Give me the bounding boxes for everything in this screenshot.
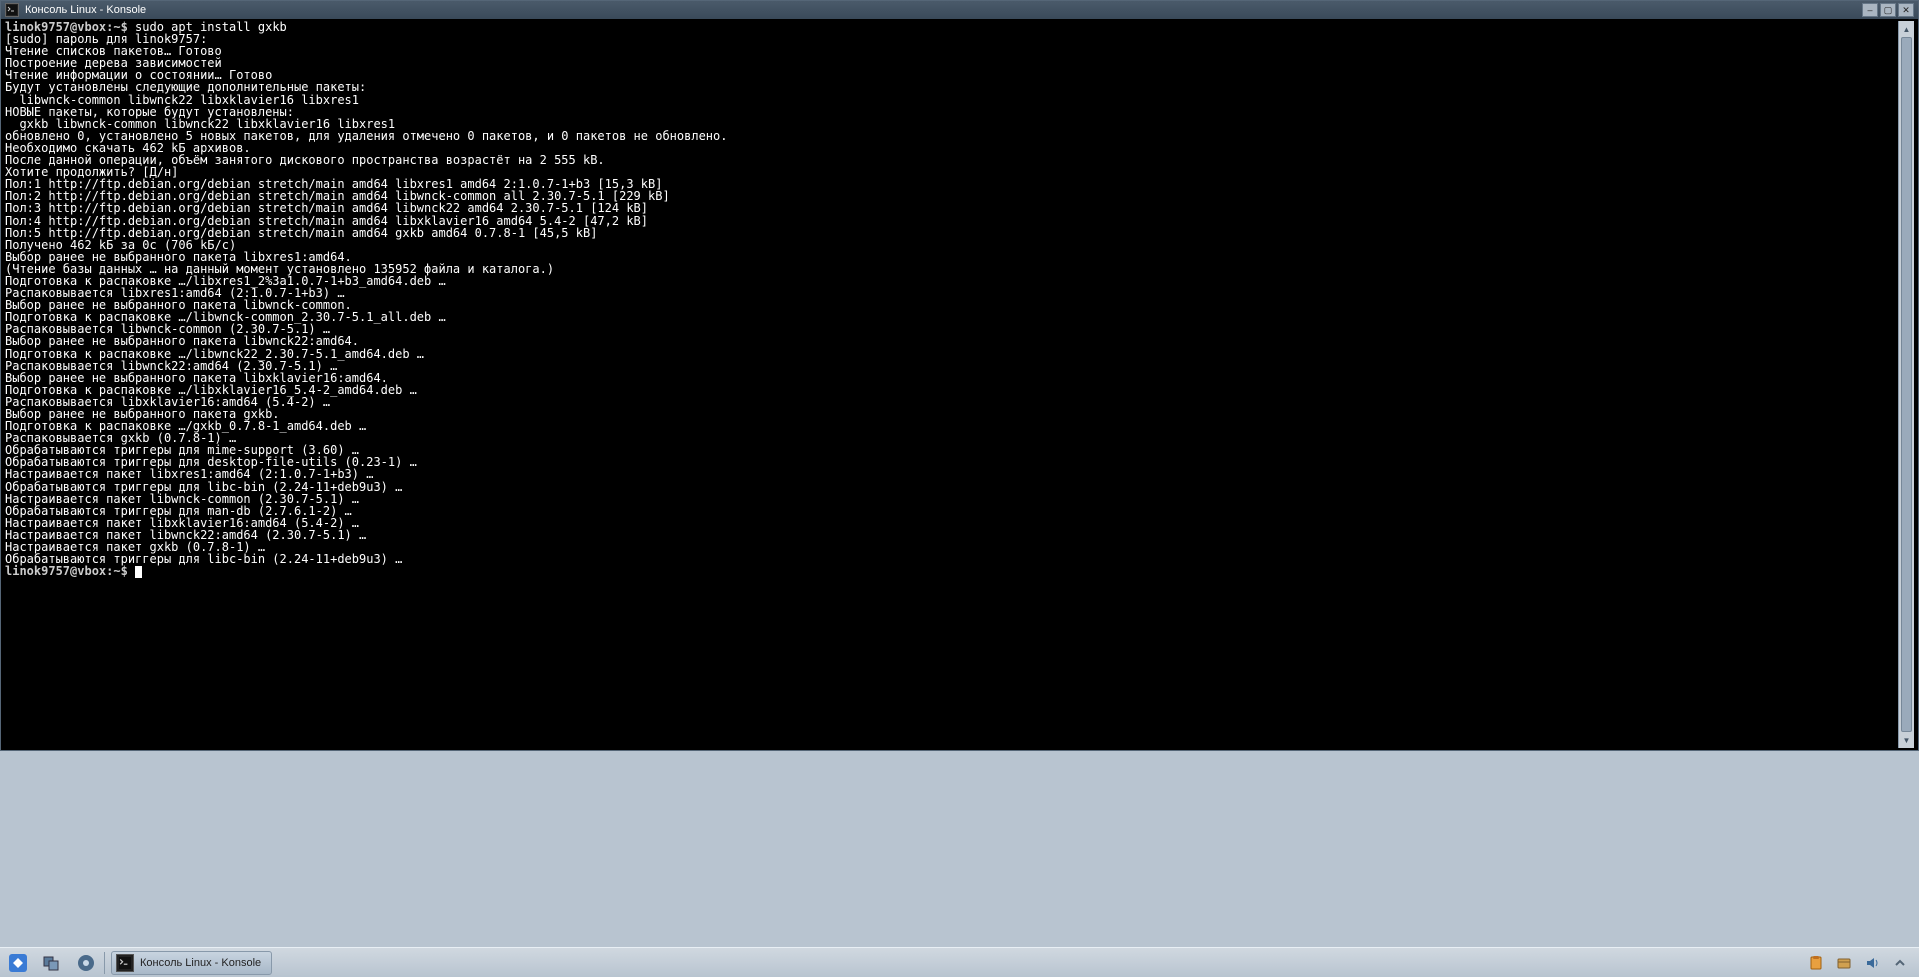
- scroll-up-arrow[interactable]: ▲: [1899, 21, 1914, 37]
- taskbar-launchers: [6, 951, 98, 975]
- terminal-app-icon: [5, 3, 19, 17]
- minimize-button[interactable]: ‒: [1862, 3, 1878, 17]
- taskbar-task-label: Консоль Linux - Konsole: [140, 957, 261, 969]
- expand-tray-icon[interactable]: [1891, 954, 1909, 972]
- taskbar-separator: [104, 952, 105, 974]
- scroll-down-arrow[interactable]: ▼: [1899, 732, 1914, 748]
- system-tray: [1807, 954, 1909, 972]
- show-desktop-icon[interactable]: [40, 951, 64, 975]
- clipboard-tray-icon[interactable]: [1807, 954, 1825, 972]
- window-title: Консоль Linux - Konsole: [25, 4, 1862, 16]
- taskbar-task-konsole[interactable]: Консоль Linux - Konsole: [111, 951, 272, 975]
- apps-icon[interactable]: [74, 951, 98, 975]
- window-controls: ‒ ▢ ✕: [1862, 3, 1914, 17]
- scrollbar-thumb[interactable]: [1901, 37, 1912, 732]
- close-button[interactable]: ✕: [1898, 3, 1914, 17]
- volume-tray-icon[interactable]: [1863, 954, 1881, 972]
- terminal-output[interactable]: linok9757@vbox:~$ sudo apt install gxkb …: [5, 21, 1898, 748]
- window-titlebar[interactable]: Консоль Linux - Konsole ‒ ▢ ✕: [1, 1, 1918, 19]
- terminal-app-icon: [116, 954, 134, 972]
- updates-tray-icon[interactable]: [1835, 954, 1853, 972]
- terminal-body: linok9757@vbox:~$ sudo apt install gxkb …: [1, 19, 1918, 750]
- konsole-window: Консоль Linux - Konsole ‒ ▢ ✕ linok9757@…: [0, 0, 1919, 751]
- maximize-button[interactable]: ▢: [1880, 3, 1896, 17]
- vertical-scrollbar[interactable]: ▲ ▼: [1898, 21, 1914, 748]
- taskbar: Консоль Linux - Konsole: [0, 947, 1919, 977]
- start-menu-icon[interactable]: [6, 951, 30, 975]
